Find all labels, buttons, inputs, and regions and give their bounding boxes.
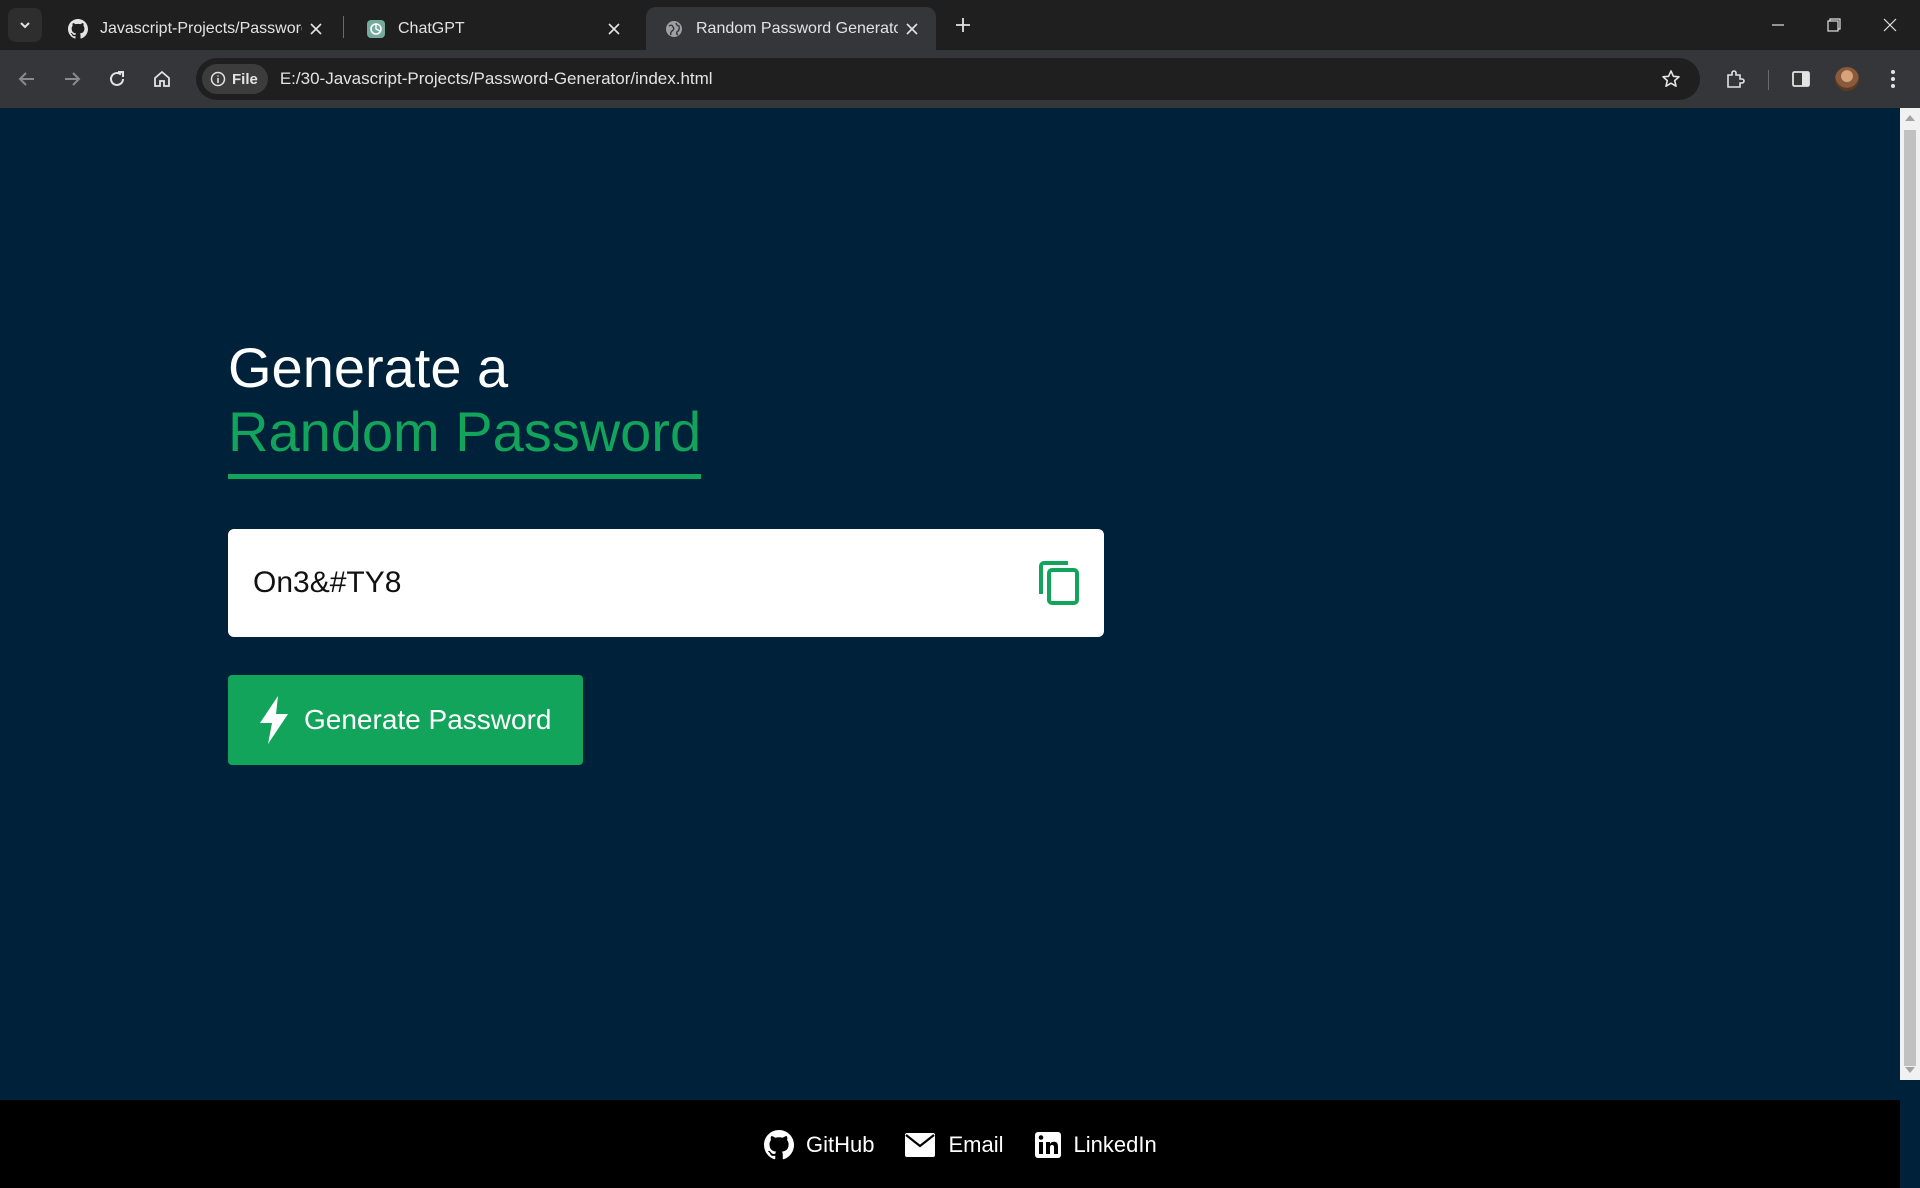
profile-button[interactable] [1830,62,1864,96]
footer-link-label: Email [948,1132,1004,1157]
address-bar[interactable]: File E:/30-Javascript-Projects/Password-… [196,58,1700,100]
chevron-down-icon [20,22,30,29]
page-viewport: Generate a Random Password On3&#TY8 Gene… [0,108,1900,1188]
tab-github[interactable]: Javascript-Projects/Password-Ge [50,7,340,50]
page-heading: Generate a Random Password [228,336,702,479]
footer-links: GitHub Email LinkedIn [764,1130,1187,1160]
generate-password-button[interactable]: Generate Password [228,675,583,765]
heading-line-1: Generate a [228,336,509,399]
close-icon[interactable] [898,15,926,43]
tab-divider [343,16,344,38]
scroll-up-arrow[interactable] [1905,115,1915,121]
tab-title: Random Password Generator [696,19,898,37]
minimize-icon [1772,24,1784,26]
envelope-icon [905,1133,936,1157]
arrow-right-icon [65,72,81,86]
restore-icon [1827,18,1841,32]
linkedin-icon [1034,1132,1061,1158]
tab-search-button[interactable] [8,8,42,42]
tab-title: ChatGPT [398,19,465,37]
reload-icon [110,71,124,86]
close-icon [1883,18,1897,32]
site-info-chip[interactable]: File [202,64,268,94]
footer-link-label: LinkedIn [1073,1132,1157,1157]
info-icon [210,71,226,87]
forward-button[interactable] [55,62,89,96]
globe-icon [664,19,684,39]
tab-chatgpt[interactable]: ChatGPT [348,7,638,50]
scrollbar-thumb[interactable] [1904,130,1916,1066]
site-info-label: File [232,70,258,88]
github-icon [764,1130,794,1160]
footer-link-email[interactable]: Email [904,1132,1004,1158]
side-panel-icon [1792,71,1810,87]
copy-icon [1039,561,1079,605]
home-icon [154,70,170,87]
restore-button[interactable] [1806,0,1862,50]
scroll-down-arrow[interactable] [1905,1067,1915,1073]
browser-tab-bar: Javascript-Projects/Password-Ge ChatGPT … [0,0,1920,50]
reload-button[interactable] [100,62,134,96]
tab-random-password-generator[interactable]: Random Password Generator [646,7,936,50]
close-icon[interactable] [600,15,628,43]
close-icon[interactable] [302,15,330,43]
lightning-icon [258,696,290,744]
url-text: E:/30-Javascript-Projects/Password-Gener… [279,69,713,88]
minimize-button[interactable] [1750,0,1806,50]
new-tab-button[interactable] [948,10,978,40]
footer-link-linkedin[interactable]: LinkedIn [1034,1131,1157,1159]
toolbar-divider [1768,70,1769,90]
footer-link-label: GitHub [806,1132,875,1157]
chatgpt-icon [366,19,386,39]
close-window-button[interactable] [1862,0,1918,50]
password-text: On3&#TY8 [253,566,402,599]
star-icon [1662,70,1680,87]
kebab-menu-icon [1891,70,1895,88]
password-display: On3&#TY8 [228,529,1104,637]
github-icon [68,18,88,39]
puzzle-icon [1727,70,1745,88]
copy-button[interactable] [1034,558,1084,608]
home-button[interactable] [145,62,179,96]
side-panel-button[interactable] [1784,62,1818,96]
generate-button-label: Generate Password [304,704,552,735]
plus-icon [956,18,970,32]
footer-link-github[interactable]: GitHub [764,1130,874,1160]
browser-toolbar: File E:/30-Javascript-Projects/Password-… [0,50,1920,108]
menu-button[interactable] [1876,62,1910,96]
bookmark-star-button[interactable] [1656,64,1686,94]
page-footer: GitHub Email LinkedIn [0,1100,1900,1188]
extensions-button[interactable] [1718,62,1752,96]
arrow-left-icon [18,72,34,86]
tab-title: Javascript-Projects/Password-Ge [100,19,302,37]
back-button[interactable] [10,62,44,96]
vertical-scrollbar[interactable] [1900,108,1920,1080]
heading-line-2: Random Password [228,400,702,479]
avatar [1835,67,1859,91]
